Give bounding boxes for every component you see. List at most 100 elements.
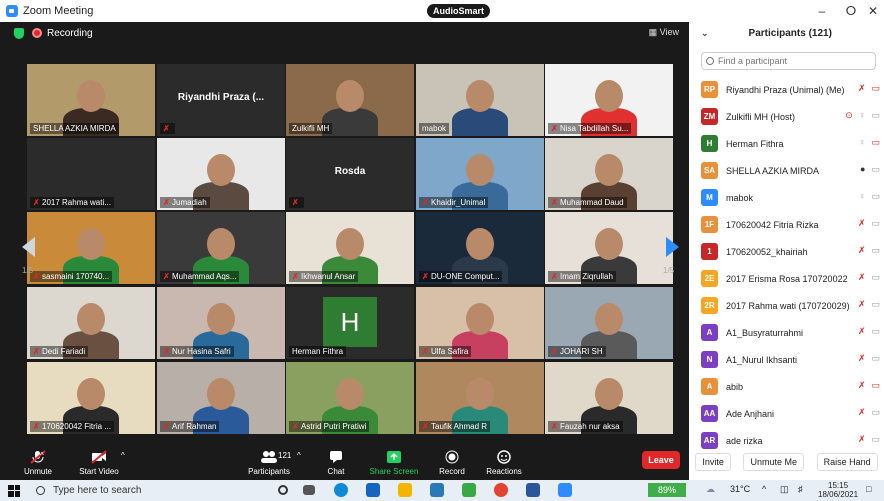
next-page-arrow-icon[interactable]	[666, 237, 679, 257]
volume-icon[interactable]: ♯	[798, 484, 803, 494]
unmute-me-button[interactable]: Unmute Me	[743, 453, 804, 471]
close-button[interactable]: ✕	[858, 0, 884, 22]
participant-tile[interactable]: H Herman Fithra	[286, 287, 414, 359]
participant-row[interactable]: N A1_Nurul Ikhsanti ✗ ▭	[689, 346, 884, 373]
chat-button[interactable]: Chat	[320, 445, 352, 480]
mic-muted-icon: ✗	[163, 198, 170, 207]
participant-tile[interactable]: Zulkifli MH	[286, 64, 414, 136]
mic-icon: ♀	[858, 137, 866, 147]
view-button[interactable]: ▦ View	[649, 27, 679, 38]
leave-button[interactable]: Leave	[642, 451, 680, 469]
participant-tile[interactable]: ✗ Taufik Ahmad R	[416, 362, 544, 434]
zoom-taskbar-icon[interactable]	[558, 483, 572, 497]
chrome-icon[interactable]	[494, 483, 508, 497]
store-icon[interactable]	[430, 483, 444, 497]
participant-tile[interactable]: ✗ Ikhwanul Ansar	[286, 212, 414, 284]
participant-row[interactable]: 2E 2017 Erisma Rosa 170720022 ✗ ▭	[689, 265, 884, 292]
participant-tile[interactable]: ✗ Muhammad Daud	[545, 138, 673, 210]
participant-tile[interactable]: ✗ 170620042 Fitria ...	[27, 362, 155, 434]
participant-tile[interactable]: ✗ Nur Hasina Safri	[157, 287, 285, 359]
participant-row[interactable]: RP Riyandhi Praza (Unimal) (Me) ✗ ▭	[689, 76, 884, 103]
unmute-label: Unmute	[23, 467, 52, 476]
mic-active-icon: ●	[860, 164, 866, 174]
tile-name-label: Zulkifli MH	[289, 123, 333, 134]
participant-name: 2017 Erisma Rosa 170720022	[726, 273, 848, 284]
mic-muted-icon: ✗	[551, 198, 558, 207]
clock-date: 18/06/2021	[818, 490, 859, 499]
network-icon[interactable]: ◫	[780, 484, 789, 495]
participant-row[interactable]: AA Ade Anjhani ✗ ▭	[689, 400, 884, 427]
participant-name: 170620052_khairiah	[726, 246, 808, 257]
tile-name-label: ✗ Muhammad Aqs...	[160, 271, 240, 282]
person-face	[595, 303, 623, 335]
participant-tile[interactable]: ✗ DU-ONE Comput...	[416, 212, 544, 284]
participant-tile[interactable]: ✗ Arif Rahman	[157, 362, 285, 434]
cortana-icon[interactable]	[278, 485, 288, 495]
participant-row[interactable]: 1F 170620042 Fitria Rizka ✗ ▭	[689, 211, 884, 238]
participant-row[interactable]: A A1_Busyraturrahmi ✗ ▭	[689, 319, 884, 346]
participant-tile[interactable]: Riyandhi Praza (... ✗	[157, 64, 285, 136]
panel-header: ⌄ Participants (121)	[689, 22, 884, 44]
participant-row[interactable]: ZM Zulkifli MH (Host) ⊙ ♀ ▭	[689, 103, 884, 130]
task-view-icon[interactable]	[303, 485, 315, 495]
reactions-button[interactable]: Reactions	[484, 445, 524, 480]
edge-browser-icon[interactable]	[334, 483, 348, 497]
file-explorer-icon[interactable]	[398, 483, 412, 497]
share-screen-button[interactable]: Share Screen	[368, 445, 420, 480]
participant-tile[interactable]: SHELLA AZKIA MIRDA	[27, 64, 155, 136]
participants-options-chevron-icon[interactable]: ^	[297, 451, 301, 460]
participant-row[interactable]: 2R 2017 Rahma wati (170720029) ✗ ▭	[689, 292, 884, 319]
participant-tile[interactable]: ✗ Khaidir_Unimal	[416, 138, 544, 210]
participant-avatar: A	[701, 378, 718, 395]
mail-icon[interactable]	[366, 483, 380, 497]
participant-avatar: 1	[701, 243, 718, 260]
start-video-button[interactable]: Start Video	[74, 445, 124, 480]
participant-tile[interactable]: ✗ Ulfa Safira	[416, 287, 544, 359]
participant-tile[interactable]: ✗ Jumadiah	[157, 138, 285, 210]
system-clock[interactable]: 15:15 18/06/2021	[818, 481, 858, 499]
participant-row[interactable]: H Herman Fithra ♀ ▭	[689, 130, 884, 157]
video-options-chevron-icon[interactable]: ^	[121, 451, 125, 460]
participant-tile[interactable]: ✗ Astrid Putri Pratiwi	[286, 362, 414, 434]
participant-tile[interactable]: ✗ Dedi Fariadi	[27, 287, 155, 359]
weather-temperature[interactable]: 31°C	[730, 484, 750, 494]
audiosmart-badge[interactable]: AudioSmart	[427, 4, 491, 18]
participant-tile[interactable]: ✗ Imam Ziqrullah	[545, 212, 673, 284]
raise-hand-button[interactable]: Raise Hand	[816, 453, 878, 471]
taskbar-search-input[interactable]: Type here to search	[30, 485, 141, 496]
participant-row[interactable]: SA SHELLA AZKIA MIRDA ● ▭	[689, 157, 884, 184]
reactions-icon	[495, 450, 513, 464]
unmute-button[interactable]: Unmute	[18, 445, 58, 480]
invite-button[interactable]: Invite	[695, 453, 731, 471]
audio-options-chevron-icon[interactable]: ^	[40, 451, 44, 460]
participant-tile[interactable]: ✗ Fauzah nur aksa	[545, 362, 673, 434]
prev-page-arrow-icon[interactable]	[22, 237, 35, 257]
participant-row[interactable]: Mmabok ♀ ▭	[689, 184, 884, 211]
participant-row[interactable]: 1 170620052_khairiah ✗ ▭	[689, 238, 884, 265]
collapse-chevron-icon[interactable]: ⌄	[701, 28, 709, 39]
word-icon[interactable]	[526, 483, 540, 497]
participant-tile[interactable]: ✗ 2017 Rahma wati...	[27, 138, 155, 210]
participant-search-input[interactable]: Find a participant	[701, 52, 876, 70]
participant-tile[interactable]: ✗ JOHARI SH	[545, 287, 673, 359]
person-face	[336, 80, 364, 112]
security-shield-icon[interactable]	[14, 27, 24, 39]
battery-indicator[interactable]: 89%	[648, 483, 686, 497]
participant-name: mabok	[726, 192, 754, 203]
windows-start-icon[interactable]	[8, 484, 20, 497]
tray-chevron-icon[interactable]: ^	[762, 484, 766, 494]
notifications-icon[interactable]: □	[866, 484, 871, 494]
participant-tile[interactable]: ✗ sasmaini 170740...	[27, 212, 155, 284]
participant-tile[interactable]: ✗ Nisa Tabdillah Su...	[545, 64, 673, 136]
participant-status-icons: ✗ ▭	[852, 407, 880, 418]
video-icon: ▭	[871, 164, 880, 174]
mic-muted-icon: ✗	[422, 347, 429, 356]
minimize-button[interactable]: –	[807, 0, 837, 22]
participant-row[interactable]: Aabib ✗ ▭	[689, 373, 884, 400]
maps-icon[interactable]	[462, 483, 476, 497]
person-face	[595, 154, 623, 186]
participant-tile[interactable]: mabok	[416, 64, 544, 136]
record-button[interactable]: Record	[436, 445, 468, 480]
participant-tile[interactable]: ✗ Muhammad Aqs...	[157, 212, 285, 284]
participant-tile[interactable]: Rosda ✗	[286, 138, 414, 210]
